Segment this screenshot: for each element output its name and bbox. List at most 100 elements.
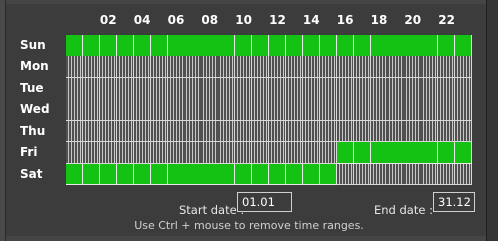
schedule-cell[interactable]: [404, 35, 422, 57]
schedule-cell[interactable]: [336, 163, 354, 186]
schedule-cell[interactable]: [235, 142, 253, 164]
schedule-cell[interactable]: [387, 35, 405, 57]
schedule-cell[interactable]: [133, 142, 151, 164]
schedule-cell[interactable]: [201, 120, 219, 143]
schedule-cell[interactable]: [201, 35, 219, 57]
schedule-cell[interactable]: [252, 120, 270, 143]
schedule-cell[interactable]: [184, 120, 202, 143]
schedule-cell[interactable]: [167, 120, 185, 143]
schedule-cell[interactable]: [421, 163, 439, 186]
schedule-cell[interactable]: [336, 35, 354, 57]
schedule-cell[interactable]: [285, 99, 304, 121]
schedule-cell[interactable]: [285, 56, 304, 79]
schedule-cell[interactable]: [269, 142, 287, 164]
schedule-cell[interactable]: [455, 120, 473, 143]
schedule-cell[interactable]: [150, 120, 168, 143]
schedule-cell[interactable]: [99, 142, 118, 164]
schedule-cell[interactable]: [235, 120, 253, 143]
schedule-cell[interactable]: [387, 163, 405, 186]
schedule-cell[interactable]: [319, 56, 337, 79]
schedule-cell[interactable]: [252, 56, 270, 79]
schedule-cell[interactable]: [133, 56, 151, 79]
schedule-cell[interactable]: [99, 99, 118, 121]
schedule-cell[interactable]: [319, 99, 337, 121]
schedule-cell[interactable]: [82, 56, 101, 79]
schedule-cell[interactable]: [99, 163, 118, 186]
schedule-cell[interactable]: [387, 142, 405, 164]
schedule-cell[interactable]: [235, 77, 253, 100]
schedule-cell[interactable]: [302, 163, 321, 186]
schedule-cell[interactable]: [269, 35, 287, 57]
schedule-cell[interactable]: [252, 35, 270, 57]
schedule-cell[interactable]: [150, 77, 168, 100]
schedule-cell[interactable]: [370, 163, 388, 186]
schedule-cell[interactable]: [404, 77, 422, 100]
schedule-cell[interactable]: [184, 56, 202, 79]
schedule-cell[interactable]: [218, 163, 236, 186]
schedule-cell[interactable]: [201, 163, 219, 186]
schedule-cell[interactable]: [404, 120, 422, 143]
schedule-cell[interactable]: [438, 142, 456, 164]
schedule-cell[interactable]: [404, 56, 422, 79]
schedule-cell[interactable]: [319, 163, 337, 186]
schedule-cell[interactable]: [82, 120, 101, 143]
schedule-cell[interactable]: [167, 163, 185, 186]
schedule-cell[interactable]: [269, 77, 287, 100]
schedule-cell[interactable]: [438, 120, 456, 143]
schedule-cell[interactable]: [353, 99, 371, 121]
schedule-cell[interactable]: [116, 77, 134, 100]
schedule-cell[interactable]: [99, 120, 118, 143]
schedule-cell[interactable]: [421, 56, 439, 79]
schedule-cell[interactable]: [150, 56, 168, 79]
schedule-cell[interactable]: [235, 163, 253, 186]
schedule-cell[interactable]: [66, 56, 84, 79]
schedule-cell[interactable]: [353, 35, 371, 57]
schedule-grid[interactable]: [66, 35, 473, 186]
schedule-cell[interactable]: [82, 99, 101, 121]
schedule-cell[interactable]: [404, 99, 422, 121]
schedule-cell[interactable]: [421, 142, 439, 164]
schedule-cell[interactable]: [218, 142, 236, 164]
schedule-cell[interactable]: [302, 56, 321, 79]
schedule-cell[interactable]: [116, 35, 134, 57]
schedule-cell[interactable]: [285, 35, 304, 57]
schedule-cell[interactable]: [455, 99, 473, 121]
schedule-cell[interactable]: [201, 99, 219, 121]
schedule-cell[interactable]: [252, 99, 270, 121]
schedule-cell[interactable]: [438, 77, 456, 100]
schedule-cell[interactable]: [235, 56, 253, 79]
start-date-input[interactable]: [237, 192, 292, 212]
schedule-cell[interactable]: [133, 120, 151, 143]
schedule-cell[interactable]: [66, 77, 84, 100]
schedule-cell[interactable]: [150, 35, 168, 57]
schedule-cell[interactable]: [218, 35, 236, 57]
schedule-cell[interactable]: [421, 120, 439, 143]
schedule-cell[interactable]: [455, 77, 473, 100]
schedule-cell[interactable]: [99, 77, 118, 100]
schedule-cell[interactable]: [201, 77, 219, 100]
schedule-cell[interactable]: [455, 163, 473, 186]
schedule-cell[interactable]: [235, 35, 253, 57]
schedule-cell[interactable]: [184, 35, 202, 57]
schedule-cell[interactable]: [150, 99, 168, 121]
schedule-cell[interactable]: [285, 120, 304, 143]
schedule-cell[interactable]: [319, 120, 337, 143]
schedule-cell[interactable]: [285, 77, 304, 100]
schedule-cell[interactable]: [319, 142, 337, 164]
schedule-cell[interactable]: [336, 99, 354, 121]
schedule-cell[interactable]: [184, 99, 202, 121]
schedule-cell[interactable]: [336, 142, 354, 164]
schedule-cell[interactable]: [218, 77, 236, 100]
schedule-cell[interactable]: [387, 120, 405, 143]
schedule-cell[interactable]: [269, 120, 287, 143]
schedule-cell[interactable]: [285, 142, 304, 164]
schedule-cell[interactable]: [116, 56, 134, 79]
schedule-cell[interactable]: [66, 120, 84, 143]
schedule-cell[interactable]: [252, 142, 270, 164]
schedule-cell[interactable]: [353, 163, 371, 186]
schedule-cell[interactable]: [66, 35, 84, 57]
schedule-cell[interactable]: [421, 77, 439, 100]
schedule-cell[interactable]: [218, 120, 236, 143]
schedule-cell[interactable]: [370, 56, 388, 79]
schedule-cell[interactable]: [82, 77, 101, 100]
